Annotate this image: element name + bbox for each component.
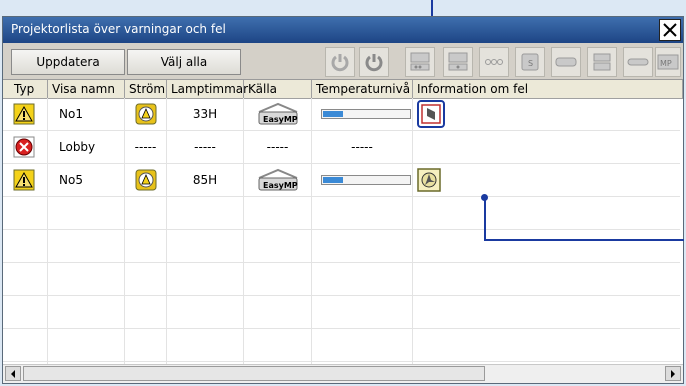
dvi-source-icon bbox=[555, 57, 577, 67]
column-header-name[interactable]: Visa namn bbox=[48, 80, 125, 98]
table-header: Typ Visa namn Ström Lamptimmar Källa Tem… bbox=[3, 80, 683, 99]
scroll-thumb[interactable] bbox=[23, 366, 485, 381]
scroll-left-button[interactable] bbox=[5, 366, 21, 381]
svg-text:EasyMP: EasyMP bbox=[263, 115, 298, 124]
power-off-icon bbox=[365, 54, 383, 72]
temperature-bar bbox=[321, 98, 411, 130]
table-row bbox=[3, 329, 680, 362]
callout-line bbox=[484, 197, 486, 241]
projector-name: Lobby bbox=[59, 140, 96, 154]
computer2-source-icon bbox=[448, 52, 468, 71]
computer-source-icon bbox=[410, 52, 430, 71]
easymp-icon: EasyMP bbox=[258, 102, 298, 125]
warning-type-icon bbox=[13, 98, 37, 130]
source-usb-button[interactable] bbox=[623, 47, 653, 77]
source-video-button[interactable] bbox=[479, 47, 509, 77]
column-header-power[interactable]: Ström bbox=[125, 80, 167, 98]
table-row[interactable]: No1 33H EasyMP bbox=[3, 98, 680, 131]
source-computer-button[interactable] bbox=[405, 47, 435, 77]
column-header-source[interactable]: Källa bbox=[244, 80, 312, 98]
table-row[interactable]: Lobby ----- ----- ----- ----- bbox=[3, 131, 680, 164]
column-header-temperature[interactable]: Temperaturnivå bbox=[312, 80, 413, 98]
video-source-icon bbox=[485, 59, 503, 65]
power-on-button[interactable] bbox=[325, 47, 355, 77]
svg-text:EasyMP: EasyMP bbox=[263, 181, 298, 190]
close-icon bbox=[663, 23, 677, 37]
error-type-icon bbox=[13, 131, 37, 163]
column-header-lamp-hours[interactable]: Lamptimmar bbox=[167, 80, 248, 98]
table-row bbox=[3, 197, 680, 230]
temperature-bar bbox=[321, 164, 411, 196]
table-row bbox=[3, 296, 680, 329]
chevron-left-icon bbox=[11, 369, 15, 378]
toolbar: Uppdatera Välj alla S MP bbox=[3, 43, 683, 80]
projector-name: No5 bbox=[59, 173, 83, 187]
power-off-button[interactable] bbox=[359, 47, 389, 77]
svideo-source-icon: S bbox=[521, 53, 539, 71]
source-computer2-button[interactable] bbox=[443, 47, 473, 77]
projector-name: No1 bbox=[59, 107, 83, 121]
update-button[interactable]: Uppdatera bbox=[11, 49, 125, 75]
source-easymp-button[interactable]: MP bbox=[655, 47, 681, 77]
scroll-right-button[interactable] bbox=[665, 366, 681, 381]
lamp-hours: 33H bbox=[192, 107, 218, 121]
table-row bbox=[3, 263, 680, 296]
lamp-hours: ----- bbox=[194, 140, 216, 154]
easymp-source-icon: MP bbox=[657, 54, 679, 70]
hdmi-source-icon bbox=[593, 53, 611, 71]
power-value: ----- bbox=[134, 140, 157, 154]
temperature-value: ----- bbox=[351, 140, 373, 154]
usb-source-icon bbox=[627, 58, 649, 66]
source-svideo-button[interactable]: S bbox=[515, 47, 545, 77]
projector-list-window: Projektorlista över varningar och fel Up… bbox=[2, 16, 684, 384]
table-row bbox=[3, 230, 680, 263]
temperature-fill bbox=[323, 111, 343, 117]
select-all-button-label: Välj alla bbox=[160, 55, 208, 69]
easymp-source-indicator: EasyMP bbox=[244, 164, 311, 196]
close-button[interactable] bbox=[659, 19, 681, 41]
window-title: Projektorlista över varningar och fel bbox=[11, 22, 226, 36]
power-warning-icon bbox=[125, 164, 166, 196]
power-on-icon bbox=[331, 54, 349, 72]
source-dvi-button[interactable] bbox=[551, 47, 581, 77]
svg-text:MP: MP bbox=[660, 59, 672, 68]
table-row[interactable]: No5 85H EasyMP bbox=[3, 164, 680, 197]
column-header-type[interactable]: Typ bbox=[10, 80, 48, 98]
title-bar: Projektorlista över varningar och fel bbox=[3, 17, 683, 43]
source-value: ----- bbox=[266, 140, 289, 154]
callout-line bbox=[484, 239, 684, 241]
warning-type-icon bbox=[13, 164, 37, 196]
easymp-source-indicator: EasyMP bbox=[244, 98, 311, 130]
column-header-error-info[interactable]: Information om fel bbox=[413, 80, 683, 98]
update-button-label: Uppdatera bbox=[36, 55, 100, 69]
svg-text:S: S bbox=[528, 59, 533, 68]
lamp-hours: 85H bbox=[192, 173, 218, 187]
power-warning-icon bbox=[125, 98, 166, 130]
horizontal-scrollbar[interactable] bbox=[3, 364, 683, 383]
source-hdmi-button[interactable] bbox=[587, 47, 617, 77]
lamp-error-icon bbox=[417, 98, 457, 130]
fan-error-icon bbox=[417, 164, 457, 196]
chevron-right-icon bbox=[671, 369, 675, 378]
temperature-fill bbox=[323, 177, 343, 183]
select-all-button[interactable]: Välj alla bbox=[127, 49, 241, 75]
easymp-icon: EasyMP bbox=[258, 168, 298, 191]
